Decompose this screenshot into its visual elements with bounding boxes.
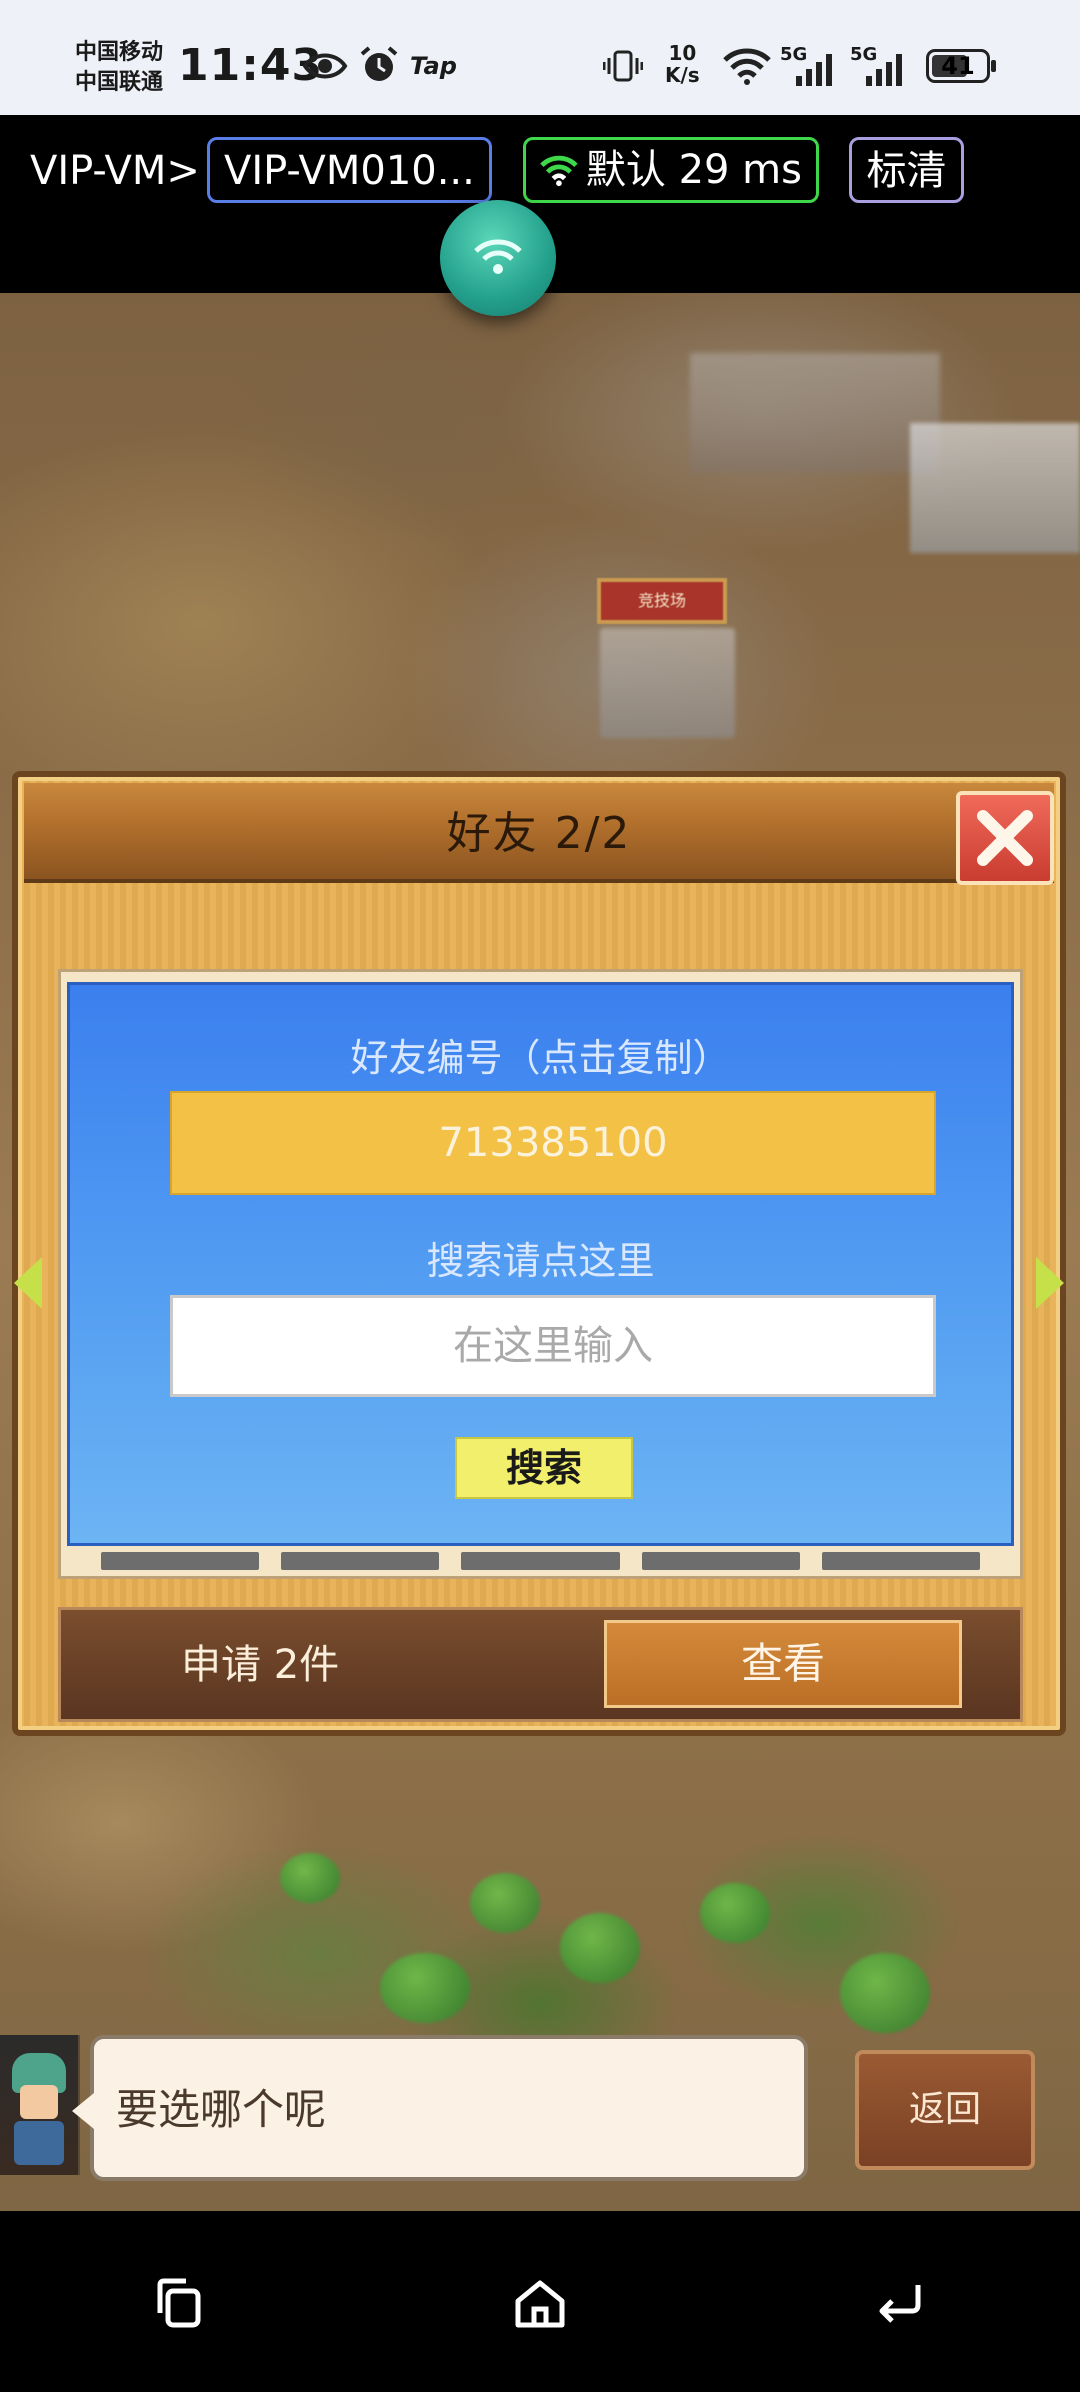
friend-id-copy-box[interactable]: 713385100 [170,1091,936,1195]
friend-id-panel: 好友编号（点击复制） 713385100 搜索请点这里 在这里输入 搜索 [58,969,1023,1579]
page-tab[interactable] [821,1552,981,1570]
search-button[interactable]: 搜索 [455,1437,633,1499]
carrier-labels: 中国移动 中国联通 [75,38,163,98]
page-tab[interactable] [281,1552,440,1570]
page-tab[interactable] [101,1552,260,1570]
eye-icon [302,53,348,79]
page-tabs [101,1552,981,1570]
vm-selector-button[interactable]: VIP-VM010... [207,137,492,203]
friend-search-input[interactable]: 在这里输入 [170,1295,936,1397]
status-bar: 中国移动 中国联通 11:43 Tap 10 K/s 5G 5G 41 [0,0,1080,115]
dialog-title: 好友 2/2 [446,808,632,859]
close-icon [977,810,1033,866]
vm-breadcrumb[interactable]: VIP-VM> [30,143,200,199]
search-label: 搜索请点这里 [426,1239,655,1283]
prev-page-arrow-icon[interactable] [14,1257,42,1309]
battery-icon: 41 [926,49,996,83]
game-back-button[interactable]: 返回 [855,2050,1035,2170]
friend-panel-body: 好友编号（点击复制） 713385100 搜索请点这里 在这里输入 搜索 [67,982,1014,1546]
friend-request-bar: 申请 2件 查看 [58,1607,1023,1722]
home-button[interactable] [508,2271,572,2335]
carrier-2: 中国联通 [75,70,164,95]
wifi-icon [540,155,578,187]
network-latency-button[interactable]: 默认 29 ms [523,137,819,203]
battery-percent: 41 [941,52,975,80]
dialog-header: 好友 2/2 [24,783,1054,885]
wifi-icon [723,48,771,85]
chat-text: 要选哪个呢 [116,2085,327,2134]
npc-avatar [0,2035,80,2175]
signal-icon [866,54,902,86]
arena-building[interactable] [600,628,735,738]
chat-bubble: 要选哪个呢 [72,2035,808,2181]
home-icon [515,2280,565,2328]
alarm-icon [360,46,398,81]
vm-breadcrumb-root[interactable]: VIP-VM [30,148,166,194]
arena-sign[interactable]: 竞技场 [597,578,727,624]
tree [280,1853,340,1903]
tree [560,1913,640,1983]
friend-id-label[interactable]: 好友编号（点击复制） [70,1027,1011,1082]
recent-apps-button[interactable] [148,2271,212,2335]
view-requests-button[interactable]: 查看 [604,1620,962,1708]
quality-button[interactable]: 标清 [849,137,964,203]
next-page-arrow-icon[interactable] [1036,1257,1064,1309]
wifi-icon [474,239,522,274]
back-icon [879,2285,921,2323]
npc-face [20,2085,58,2119]
page-tab[interactable] [641,1552,800,1570]
network-latency-label: 默认 29 ms [585,147,802,193]
breadcrumb-separator: > [166,148,200,194]
friend-dialog: 好友 2/2 好友编号（点击复制） 713385100 搜索请点这里 在这里输入… [12,771,1066,1736]
close-button[interactable] [956,791,1054,885]
net-speed: 10 K/s [665,41,700,87]
carrier-1: 中国移动 [75,40,164,65]
recent-apps-icon [157,2278,201,2328]
friend-request-count: 申请 2件 [181,1642,340,1688]
system-nav-bar [0,2211,1080,2392]
vibrate-icon [603,50,643,82]
floating-network-button[interactable] [440,200,556,316]
page-tab[interactable] [461,1552,620,1570]
background-building [910,423,1080,553]
npc-body [14,2121,64,2165]
tree [840,1953,930,2033]
tree [700,1883,770,1943]
background-building [690,353,940,473]
tree [380,1953,470,2023]
tap-label: Tap [410,52,457,80]
back-button[interactable] [868,2271,932,2335]
tree [470,1873,540,1933]
signal-icon [796,54,832,86]
